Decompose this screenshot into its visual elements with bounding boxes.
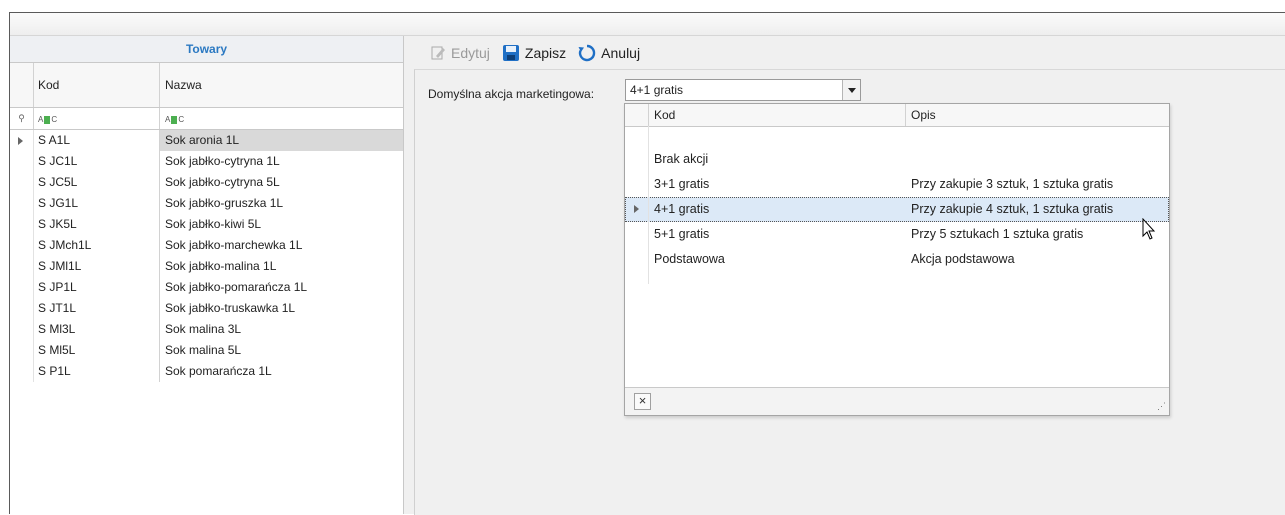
combo-value: 4+1 gratis	[630, 83, 684, 97]
table-row[interactable]: S P1L Sok pomarańcza 1L	[10, 361, 403, 382]
cell-nazwa: Sok jabłko-malina 1L	[165, 259, 277, 273]
chevron-down-icon[interactable]	[842, 80, 860, 100]
resize-grip-icon[interactable]: ⋰	[1157, 401, 1166, 412]
cell-nazwa: Sok jabłko-gruszka 1L	[165, 196, 284, 210]
grid-rows: S A1L Sok aronia 1L S JC1L Sok jabłko-cytr…	[10, 130, 403, 382]
column-header-kod[interactable]: Kod	[34, 63, 160, 107]
save-label: Zapisz	[524, 44, 567, 61]
indicator-column	[625, 126, 649, 284]
row-indicator-icon	[10, 130, 34, 151]
dropdown-column-opis[interactable]: Opis	[906, 104, 1169, 126]
cell-nazwa: Sok jabłko-pomarańcza 1L	[165, 280, 308, 294]
cell-kod: S JP1L	[34, 277, 160, 298]
dropdown-option[interactable]: 5+1 gratis Przy 5 sztukach 1 sztuka grati…	[625, 222, 1169, 247]
table-row[interactable]: S Ml3L Sok malina 3L	[10, 319, 403, 340]
dropdown-option[interactable]: 3+1 gratis Przy zakupie 3 sztuk, 1 sztuka…	[625, 172, 1169, 197]
table-row[interactable]: S JG1L Sok jabłko-gruszka 1L	[10, 193, 403, 214]
cancel-button[interactable]: Anuluj	[578, 44, 640, 62]
dropdown-header: Kod Opis	[625, 104, 1169, 127]
undo-icon	[578, 44, 596, 61]
table-row[interactable]: S JC5L Sok jabłko-cytryna 5L	[10, 172, 403, 193]
cell-nazwa: Sok jabłko-cytryna 1L	[165, 154, 280, 168]
dropdown-footer: × ⋰	[625, 387, 1169, 415]
cell-kod: S JC1L	[34, 151, 160, 172]
table-row[interactable]: S JP1L Sok jabłko-pomarańcza 1L	[10, 277, 403, 298]
cell-nazwa: Sok jabłko-kiwi 5L	[165, 217, 262, 231]
dropdown-rows: Brak akcji 3+1 gratis Przy zakupie 3 sztu…	[625, 127, 1169, 272]
toolbar: Edytuj Zapisz Anuluj	[414, 36, 1285, 69]
clear-selection-button[interactable]: ×	[634, 393, 651, 410]
cell-nazwa: Sok jabłko-cytryna 5L	[165, 175, 280, 189]
mouse-pointer-icon	[1142, 218, 1156, 240]
dropdown-column-kod[interactable]: Kod	[649, 104, 906, 126]
marketing-action-combo[interactable]: 4+1 gratis	[625, 79, 861, 101]
table-row[interactable]: S JMl1L Sok jabłko-malina 1L	[10, 256, 403, 277]
table-row[interactable]: S JT1L Sok jabłko-truskawka 1L	[10, 298, 403, 319]
table-row[interactable]: S JK5L Sok jabłko-kiwi 5L	[10, 214, 403, 235]
cell-kod: S Ml5L	[34, 340, 160, 361]
cell-nazwa: Sok aronia 1L	[160, 130, 403, 151]
table-row[interactable]: S JC1L Sok jabłko-cytryna 1L	[10, 151, 403, 172]
cell-nazwa: Sok pomarańcza 1L	[165, 364, 272, 378]
edit-button[interactable]: Edytuj	[430, 45, 490, 61]
grid-title: Towary	[10, 36, 403, 63]
filter-kod-input[interactable]: AC	[34, 108, 160, 129]
cell-nazwa: Sok jabłko-truskawka 1L	[165, 301, 296, 315]
filter-pin-icon: ⚲	[10, 108, 34, 129]
edit-icon	[431, 46, 445, 59]
marketing-action-label: Domyślna akcja marketingowa:	[428, 87, 595, 101]
cell-kod: S JK5L	[34, 214, 160, 235]
grid-header: Kod Nazwa	[10, 63, 403, 108]
table-row[interactable]: S A1L Sok aronia 1L	[10, 130, 403, 151]
cell-kod: S Ml3L	[34, 319, 160, 340]
header-indicator-cell	[10, 63, 34, 107]
cell-kod: S JG1L	[34, 193, 160, 214]
cancel-label: Anuluj	[601, 44, 641, 61]
edit-label: Edytuj	[451, 44, 490, 61]
table-row[interactable]: S JMch1L Sok jabłko-marchewka 1L	[10, 235, 403, 256]
products-grid: Towary Kod Nazwa ⚲ AC AC S A1L Sok aronia…	[10, 36, 404, 514]
table-row[interactable]: S Ml5L Sok malina 5L	[10, 340, 403, 361]
cell-nazwa: Sok jabłko-marchewka 1L	[165, 238, 303, 252]
cell-kod: S JMl1L	[34, 256, 160, 277]
cell-kod: S JMch1L	[34, 235, 160, 256]
save-icon	[502, 44, 519, 61]
dropdown-option[interactable]: Podstawowa Akcja podstawowa	[625, 247, 1169, 272]
cell-nazwa: Sok malina 5L	[165, 343, 242, 357]
filter-row: ⚲ AC AC	[10, 108, 403, 130]
cell-kod: S JT1L	[34, 298, 160, 319]
top-strip	[10, 13, 1285, 36]
column-header-nazwa[interactable]: Nazwa	[160, 63, 403, 107]
cell-kod: S P1L	[34, 361, 160, 382]
marketing-action-dropdown: Kod Opis Brak akcji 3+1 gratis Przy zakup…	[624, 103, 1170, 416]
dropdown-option[interactable]: Brak akcji	[625, 147, 1169, 172]
cell-kod: S JC5L	[34, 172, 160, 193]
filter-nazwa-input[interactable]: AC	[160, 108, 403, 129]
cell-nazwa: Sok malina 3L	[165, 322, 242, 336]
cell-kod: S A1L	[34, 130, 160, 151]
dropdown-option[interactable]	[625, 127, 1169, 147]
save-button[interactable]: Zapisz	[502, 44, 566, 62]
dropdown-option-selected[interactable]: 4+1 gratis Przy zakupie 4 sztuk, 1 sztuka…	[625, 197, 1169, 222]
